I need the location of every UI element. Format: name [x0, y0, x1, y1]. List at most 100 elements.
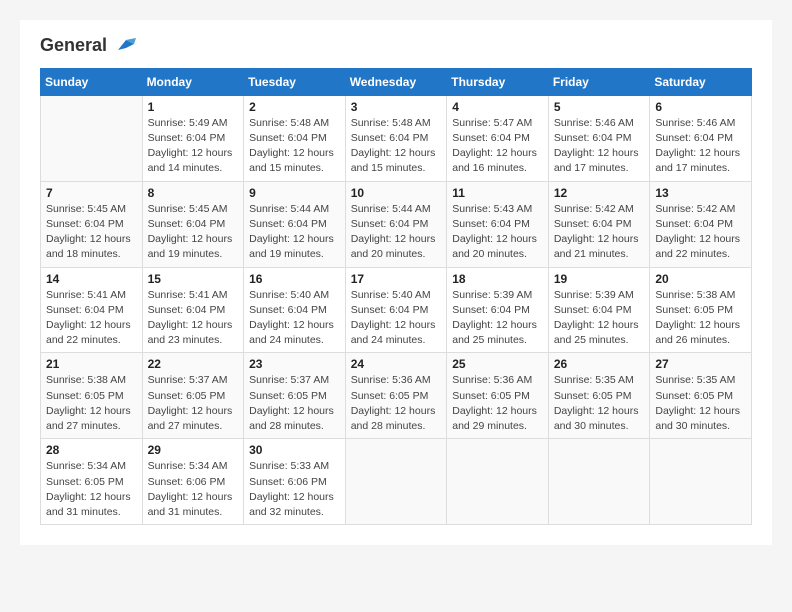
calendar-cell	[650, 439, 752, 525]
day-info: Sunrise: 5:43 AM Sunset: 6:04 PM Dayligh…	[452, 202, 543, 263]
day-info: Sunrise: 5:37 AM Sunset: 6:05 PM Dayligh…	[148, 373, 239, 434]
day-info: Sunrise: 5:40 AM Sunset: 6:04 PM Dayligh…	[351, 288, 442, 349]
day-number: 29	[148, 443, 239, 457]
day-info: Sunrise: 5:35 AM Sunset: 6:05 PM Dayligh…	[554, 373, 645, 434]
weekday-header: Tuesday	[244, 68, 346, 95]
weekday-header: Wednesday	[345, 68, 447, 95]
day-info: Sunrise: 5:46 AM Sunset: 6:04 PM Dayligh…	[554, 116, 645, 177]
day-number: 8	[148, 186, 239, 200]
day-info: Sunrise: 5:35 AM Sunset: 6:05 PM Dayligh…	[655, 373, 746, 434]
day-number: 6	[655, 100, 746, 114]
day-info: Sunrise: 5:45 AM Sunset: 6:04 PM Dayligh…	[148, 202, 239, 263]
day-info: Sunrise: 5:49 AM Sunset: 6:04 PM Dayligh…	[148, 116, 239, 177]
calendar-cell	[548, 439, 650, 525]
calendar-week-row: 14 Sunrise: 5:41 AM Sunset: 6:04 PM Dayli…	[41, 267, 752, 353]
day-number: 21	[46, 357, 137, 371]
day-number: 16	[249, 272, 340, 286]
calendar-cell: 28 Sunrise: 5:34 AM Sunset: 6:05 PM Dayli…	[41, 439, 143, 525]
day-number: 7	[46, 186, 137, 200]
calendar-week-row: 7 Sunrise: 5:45 AM Sunset: 6:04 PM Daylig…	[41, 181, 752, 267]
day-number: 25	[452, 357, 543, 371]
weekday-row: SundayMondayTuesdayWednesdayThursdayFrid…	[41, 68, 752, 95]
calendar-cell: 18 Sunrise: 5:39 AM Sunset: 6:04 PM Dayli…	[447, 267, 549, 353]
calendar-cell: 7 Sunrise: 5:45 AM Sunset: 6:04 PM Daylig…	[41, 181, 143, 267]
weekday-header: Saturday	[650, 68, 752, 95]
calendar-page: General SundayMondayTuesdayWednesdayThur…	[20, 20, 772, 545]
day-number: 1	[148, 100, 239, 114]
day-number: 14	[46, 272, 137, 286]
weekday-header: Monday	[142, 68, 244, 95]
weekday-header: Thursday	[447, 68, 549, 95]
day-info: Sunrise: 5:44 AM Sunset: 6:04 PM Dayligh…	[351, 202, 442, 263]
calendar-cell: 12 Sunrise: 5:42 AM Sunset: 6:04 PM Dayli…	[548, 181, 650, 267]
calendar-week-row: 28 Sunrise: 5:34 AM Sunset: 6:05 PM Dayli…	[41, 439, 752, 525]
day-number: 2	[249, 100, 340, 114]
calendar-table: SundayMondayTuesdayWednesdayThursdayFrid…	[40, 68, 752, 525]
calendar-cell: 27 Sunrise: 5:35 AM Sunset: 6:05 PM Dayli…	[650, 353, 752, 439]
day-info: Sunrise: 5:36 AM Sunset: 6:05 PM Dayligh…	[351, 373, 442, 434]
day-number: 30	[249, 443, 340, 457]
calendar-cell	[447, 439, 549, 525]
day-number: 10	[351, 186, 442, 200]
day-info: Sunrise: 5:34 AM Sunset: 6:06 PM Dayligh…	[148, 459, 239, 520]
logo: General	[40, 36, 136, 56]
day-info: Sunrise: 5:41 AM Sunset: 6:04 PM Dayligh…	[46, 288, 137, 349]
calendar-cell: 1 Sunrise: 5:49 AM Sunset: 6:04 PM Daylig…	[142, 95, 244, 181]
day-info: Sunrise: 5:45 AM Sunset: 6:04 PM Dayligh…	[46, 202, 137, 263]
day-number: 19	[554, 272, 645, 286]
day-info: Sunrise: 5:33 AM Sunset: 6:06 PM Dayligh…	[249, 459, 340, 520]
calendar-cell: 9Sunrise: 5:44 AM Sunset: 6:04 PM Daylig…	[244, 181, 346, 267]
day-number: 17	[351, 272, 442, 286]
day-number: 27	[655, 357, 746, 371]
day-info: Sunrise: 5:47 AM Sunset: 6:04 PM Dayligh…	[452, 116, 543, 177]
logo-bird-icon	[114, 38, 136, 54]
day-info: Sunrise: 5:39 AM Sunset: 6:04 PM Dayligh…	[554, 288, 645, 349]
day-number: 24	[351, 357, 442, 371]
day-info: Sunrise: 5:39 AM Sunset: 6:04 PM Dayligh…	[452, 288, 543, 349]
day-info: Sunrise: 5:38 AM Sunset: 6:05 PM Dayligh…	[655, 288, 746, 349]
calendar-cell: 11 Sunrise: 5:43 AM Sunset: 6:04 PM Dayli…	[447, 181, 549, 267]
day-number: 5	[554, 100, 645, 114]
day-info: Sunrise: 5:36 AM Sunset: 6:05 PM Dayligh…	[452, 373, 543, 434]
header: General	[40, 36, 752, 56]
weekday-header: Sunday	[41, 68, 143, 95]
day-number: 13	[655, 186, 746, 200]
calendar-cell: 22Sunrise: 5:37 AM Sunset: 6:05 PM Dayli…	[142, 353, 244, 439]
weekday-header: Friday	[548, 68, 650, 95]
calendar-header: SundayMondayTuesdayWednesdayThursdayFrid…	[41, 68, 752, 95]
calendar-week-row: 21 Sunrise: 5:38 AM Sunset: 6:05 PM Dayli…	[41, 353, 752, 439]
day-number: 3	[351, 100, 442, 114]
day-number: 28	[46, 443, 137, 457]
calendar-cell: 30 Sunrise: 5:33 AM Sunset: 6:06 PM Dayli…	[244, 439, 346, 525]
day-number: 15	[148, 272, 239, 286]
day-info: Sunrise: 5:48 AM Sunset: 6:04 PM Dayligh…	[351, 116, 442, 177]
calendar-cell: 19 Sunrise: 5:39 AM Sunset: 6:04 PM Dayli…	[548, 267, 650, 353]
calendar-cell: 29 Sunrise: 5:34 AM Sunset: 6:06 PM Dayli…	[142, 439, 244, 525]
day-info: Sunrise: 5:34 AM Sunset: 6:05 PM Dayligh…	[46, 459, 137, 520]
calendar-cell: 26 Sunrise: 5:35 AM Sunset: 6:05 PM Dayli…	[548, 353, 650, 439]
calendar-cell	[345, 439, 447, 525]
day-number: 12	[554, 186, 645, 200]
calendar-cell: 3 Sunrise: 5:48 AM Sunset: 6:04 PM Daylig…	[345, 95, 447, 181]
day-number: 11	[452, 186, 543, 200]
day-number: 20	[655, 272, 746, 286]
calendar-body: 1 Sunrise: 5:49 AM Sunset: 6:04 PM Daylig…	[41, 95, 752, 524]
calendar-cell: 21 Sunrise: 5:38 AM Sunset: 6:05 PM Dayli…	[41, 353, 143, 439]
calendar-cell: 25 Sunrise: 5:36 AM Sunset: 6:05 PM Dayli…	[447, 353, 549, 439]
calendar-cell: 23Sunrise: 5:37 AM Sunset: 6:05 PM Dayli…	[244, 353, 346, 439]
day-number: 26	[554, 357, 645, 371]
day-number: 18	[452, 272, 543, 286]
calendar-cell: 6Sunrise: 5:46 AM Sunset: 6:04 PM Daylig…	[650, 95, 752, 181]
calendar-cell: 5 Sunrise: 5:46 AM Sunset: 6:04 PM Daylig…	[548, 95, 650, 181]
calendar-cell: 20 Sunrise: 5:38 AM Sunset: 6:05 PM Dayli…	[650, 267, 752, 353]
calendar-cell: 17 Sunrise: 5:40 AM Sunset: 6:04 PM Dayli…	[345, 267, 447, 353]
day-number: 9	[249, 186, 340, 200]
calendar-cell: 8 Sunrise: 5:45 AM Sunset: 6:04 PM Daylig…	[142, 181, 244, 267]
calendar-cell: 24 Sunrise: 5:36 AM Sunset: 6:05 PM Dayli…	[345, 353, 447, 439]
day-info: Sunrise: 5:41 AM Sunset: 6:04 PM Dayligh…	[148, 288, 239, 349]
day-info: Sunrise: 5:42 AM Sunset: 6:04 PM Dayligh…	[554, 202, 645, 263]
day-info: Sunrise: 5:38 AM Sunset: 6:05 PM Dayligh…	[46, 373, 137, 434]
calendar-cell: 2Sunrise: 5:48 AM Sunset: 6:04 PM Daylig…	[244, 95, 346, 181]
day-number: 4	[452, 100, 543, 114]
calendar-cell: 16Sunrise: 5:40 AM Sunset: 6:04 PM Dayli…	[244, 267, 346, 353]
